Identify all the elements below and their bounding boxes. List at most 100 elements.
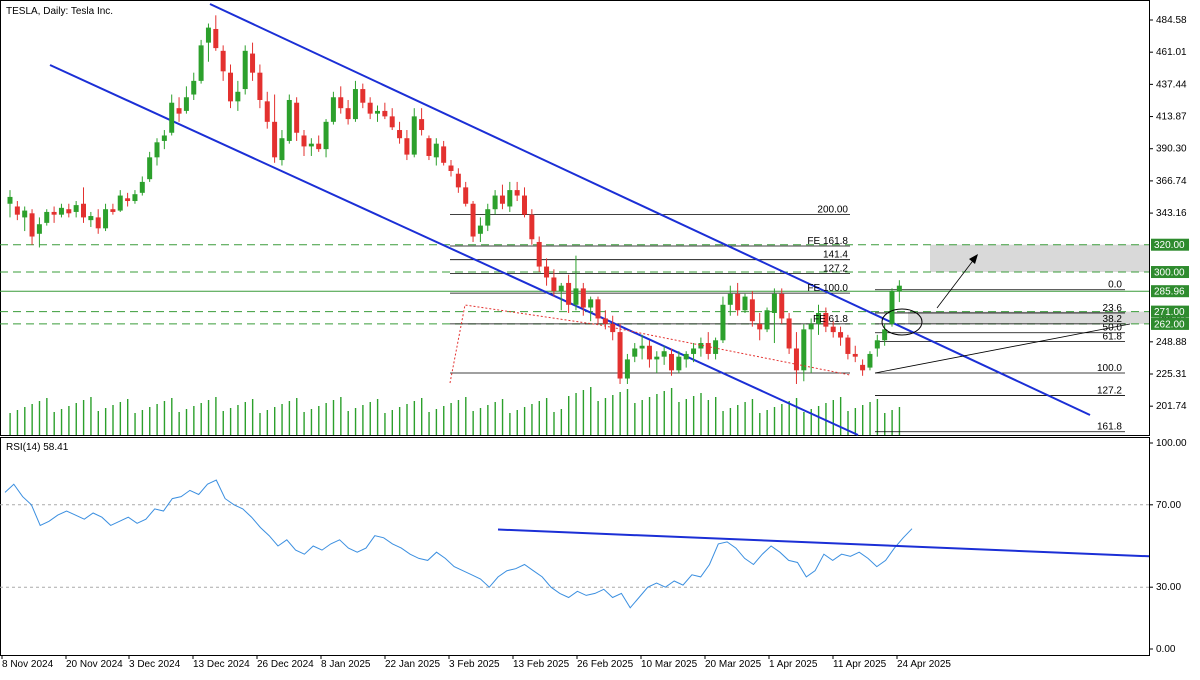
volume-bar: [759, 413, 761, 435]
candle-body: [7, 196, 13, 204]
candle-body: [852, 353, 858, 357]
candle-body: [470, 203, 476, 237]
volume-bar: [207, 400, 210, 435]
candle-body: [514, 190, 520, 196]
candle-body: [455, 173, 461, 188]
volume-bar: [795, 398, 798, 435]
price-tag-label: 262.00: [1154, 319, 1185, 330]
candle-body: [727, 293, 733, 305]
volume-bar: [487, 405, 489, 435]
candle-body: [110, 209, 116, 212]
candle-body: [213, 28, 219, 49]
candle-body: [874, 340, 880, 349]
volume-bar: [737, 405, 739, 435]
x-tick-label: 24 Apr 2025: [897, 659, 951, 670]
volume-bar: [391, 410, 393, 435]
volume-bar: [266, 410, 269, 435]
rsi-title: RSI(14) 58.41: [6, 442, 69, 453]
candle-body: [595, 299, 601, 319]
candle-body: [588, 299, 594, 308]
volume-bar: [369, 402, 371, 435]
candle-body: [228, 72, 233, 102]
volume-bar: [707, 400, 710, 435]
volume-bar: [215, 397, 217, 435]
candle-body: [22, 210, 28, 218]
volume-bar: [332, 400, 335, 435]
volume-bar: [296, 398, 298, 435]
chart-title: TESLA, Daily: Tesla Inc.: [6, 6, 113, 17]
fib-extension-label: FE 161.8: [807, 236, 848, 247]
candle-body: [713, 340, 719, 354]
candle-body: [544, 266, 550, 278]
volume-bar: [31, 404, 33, 435]
candle-body: [661, 351, 667, 357]
y-tick-label: 248.88: [1156, 337, 1187, 348]
candle-body: [433, 143, 439, 158]
fib-extension-label: 200.00: [817, 205, 848, 216]
price-chart[interactable]: 200.00 FE 161.8 141.4 127.2 FE 100.0 FE 61.8 0…: [0, 0, 1200, 675]
volume-bar: [494, 402, 496, 435]
volume-bar: [75, 403, 77, 435]
candle-body: [147, 157, 153, 180]
candle-body: [382, 110, 388, 117]
volume-bar: [803, 412, 805, 435]
volume-bar: [171, 398, 173, 435]
volume-bar: [9, 413, 11, 435]
volume-bar: [612, 395, 614, 435]
candle-body: [352, 89, 358, 120]
volume-bar: [193, 406, 195, 435]
volume-bar: [501, 399, 504, 435]
candle-body: [654, 356, 660, 360]
fib-retracement-label: 61.8: [1103, 332, 1123, 343]
volume-bar: [700, 393, 702, 435]
price-panel-frame: [0, 0, 1150, 436]
candle-body: [14, 206, 20, 215]
volume-bar: [832, 400, 834, 435]
volume-bar: [854, 408, 857, 435]
volume-bar: [604, 398, 607, 435]
volume-bar: [634, 403, 636, 435]
volume-bar: [134, 413, 136, 435]
candle-body: [801, 329, 807, 371]
price-tag-label: 285.96: [1154, 287, 1185, 298]
volume-bar: [773, 407, 776, 435]
volume-bar: [582, 390, 585, 435]
candle-body: [522, 195, 527, 215]
volume-bar: [112, 405, 114, 435]
candle-body: [389, 116, 395, 128]
fib-retracement-label: 100.0: [1097, 363, 1122, 374]
candle-body: [294, 102, 300, 133]
volume-bar: [876, 399, 879, 435]
rsi-y-tick-label: 100.00: [1156, 438, 1187, 449]
candle-body: [507, 190, 513, 207]
candle-body: [250, 53, 256, 73]
volume-bar: [229, 408, 232, 435]
candle-body: [257, 72, 263, 100]
candle-body: [882, 329, 888, 341]
candle-body: [749, 299, 755, 322]
x-tick-label: 10 Mar 2025: [641, 659, 698, 670]
candle-body: [463, 187, 469, 204]
fib-retracement-label: 23.6: [1103, 303, 1123, 314]
volume-bar: [178, 412, 180, 435]
volume-bar: [46, 398, 48, 435]
volume-bar: [244, 402, 246, 435]
volume-bar: [281, 404, 283, 435]
candle-body: [757, 323, 763, 330]
chart-canvas[interactable]: 200.00 FE 161.8 141.4 127.2 FE 100.0 FE 61.8 0…: [0, 0, 1200, 675]
candle-body: [419, 119, 425, 131]
volume-bar: [839, 397, 842, 435]
fib-retracement-label: 161.8: [1097, 422, 1122, 433]
volume-bar: [354, 408, 357, 435]
target-zone: [930, 244, 1149, 273]
candle-body: [264, 101, 270, 122]
volume-bar: [590, 387, 592, 435]
volume-bar: [435, 409, 438, 435]
candle-body: [58, 207, 64, 215]
volume-bar: [898, 407, 901, 435]
candle-body: [566, 282, 572, 305]
candle-body: [646, 345, 652, 360]
candle-body: [867, 353, 873, 368]
candle-body: [676, 356, 682, 371]
candle-body: [426, 138, 432, 156]
